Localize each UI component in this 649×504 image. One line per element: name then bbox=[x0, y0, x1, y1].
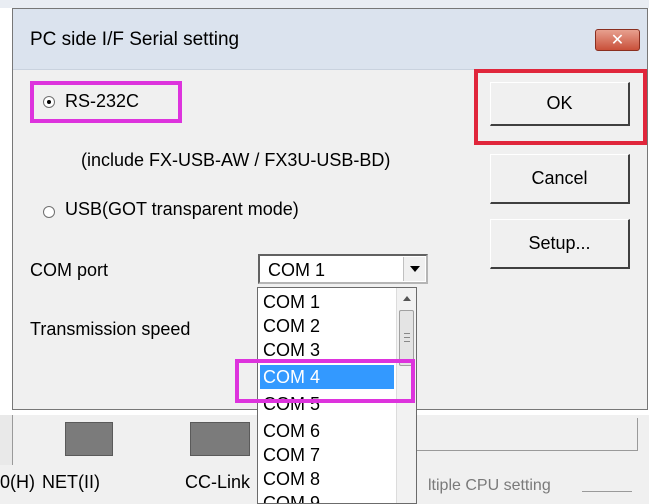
scroll-thumb[interactable] bbox=[399, 310, 414, 366]
close-icon: ✕ bbox=[610, 32, 625, 49]
parent-group-box bbox=[414, 418, 638, 451]
com-port-label: COM port bbox=[30, 260, 109, 280]
chevron-up-icon bbox=[402, 295, 411, 301]
rs232c-note: (include FX-USB-AW / FX3U-USB-BD) bbox=[81, 150, 391, 170]
usb-label[interactable]: USB(GOT transparent mode) bbox=[65, 199, 299, 220]
transmission-speed-label: Transmission speed bbox=[30, 319, 191, 339]
scroll-up-button[interactable] bbox=[397, 288, 416, 308]
list-item-com9[interactable]: COM 9 bbox=[260, 491, 394, 503]
parent-group-line bbox=[582, 491, 632, 492]
grip-line bbox=[404, 333, 410, 334]
com-port-select[interactable]: COM 1 bbox=[258, 254, 428, 284]
list-item-com7[interactable]: COM 7 bbox=[260, 443, 394, 467]
grip-line bbox=[404, 341, 410, 342]
dialog-titlebar: PC side I/F Serial setting ✕ bbox=[13, 9, 647, 70]
list-item-com6[interactable]: COM 6 bbox=[260, 419, 394, 443]
setup-button[interactable]: Setup... bbox=[490, 219, 630, 269]
parent-divider bbox=[0, 415, 13, 465]
ok-highlight bbox=[474, 69, 647, 145]
grip-line bbox=[404, 337, 410, 338]
dialog-title: PC side I/F Serial setting bbox=[30, 29, 240, 50]
rs232c-highlight bbox=[30, 81, 182, 123]
com-port-value: COM 1 bbox=[268, 260, 326, 280]
parent-window-titlebar bbox=[0, 0, 649, 8]
parent-tab-h[interactable]: 0(H) bbox=[0, 472, 35, 493]
usb-radio[interactable] bbox=[43, 206, 55, 218]
parent-multiple-cpu-label: ltiple CPU setting bbox=[428, 477, 551, 494]
list-item-com1[interactable]: COM 1 bbox=[260, 290, 394, 314]
cancel-button[interactable]: Cancel bbox=[490, 154, 630, 204]
list-item-com2[interactable]: COM 2 bbox=[260, 314, 394, 338]
chevron-down-icon bbox=[409, 266, 420, 272]
dropdown-arrow-button[interactable] bbox=[403, 257, 425, 281]
close-button[interactable]: ✕ bbox=[595, 29, 640, 51]
parent-cc-link-button[interactable] bbox=[190, 422, 250, 456]
parent-tab-cc-link[interactable]: CC-Link bbox=[185, 472, 250, 493]
com4-highlight bbox=[235, 359, 415, 403]
parent-tab-net[interactable]: NET(II) bbox=[42, 472, 100, 493]
list-item-com8[interactable]: COM 8 bbox=[260, 467, 394, 491]
parent-net-button[interactable] bbox=[65, 422, 113, 456]
